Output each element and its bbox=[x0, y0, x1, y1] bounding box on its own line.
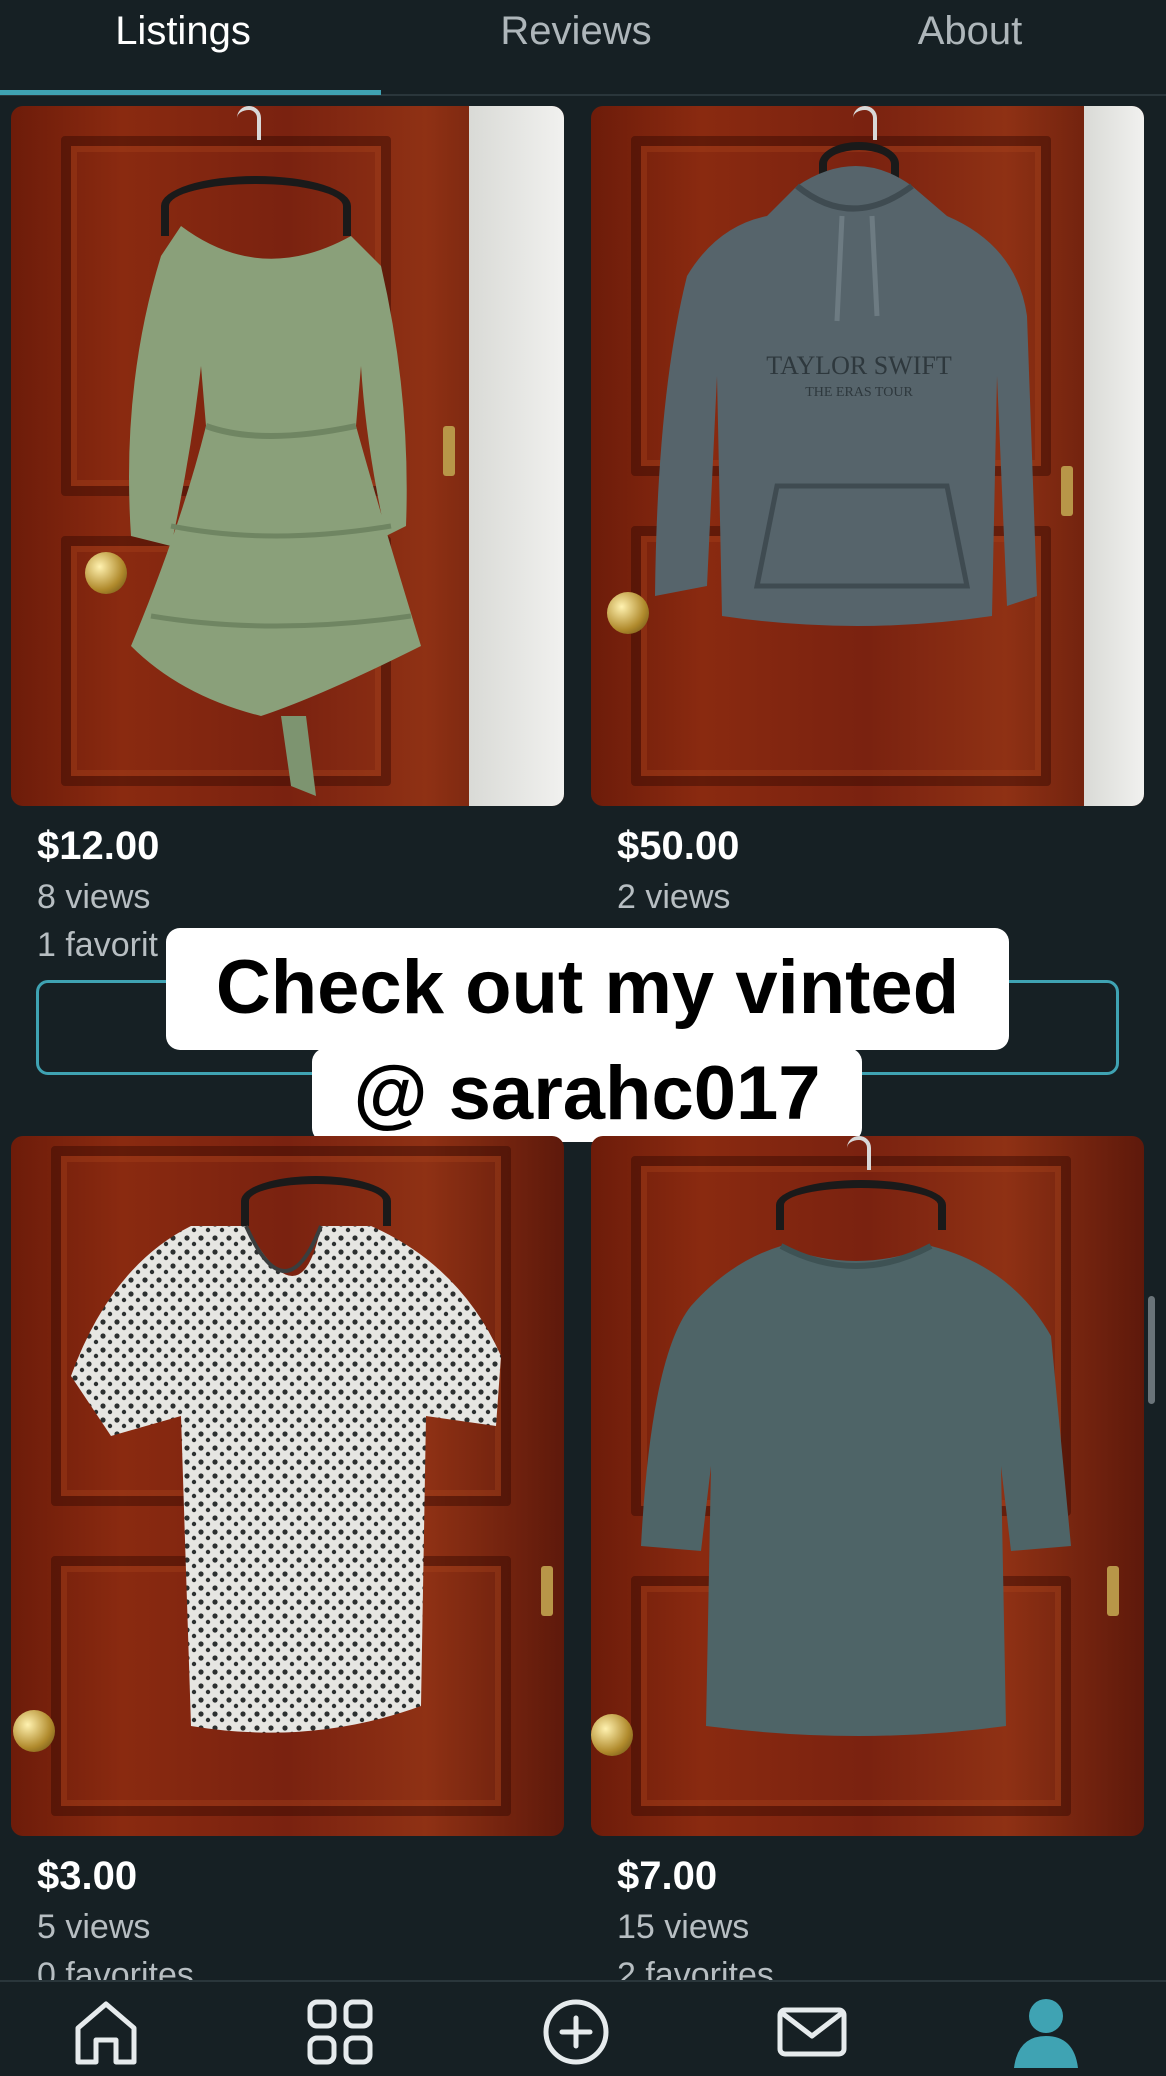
nav-sell[interactable] bbox=[536, 1992, 616, 2072]
listing-price: $3.00 bbox=[37, 1854, 138, 1898]
sell-plus-icon bbox=[543, 1999, 609, 2065]
hoodie-print-line1: TAYLOR SWIFT bbox=[766, 351, 952, 380]
door-hinge bbox=[443, 426, 455, 476]
listing-price: $12.00 bbox=[37, 824, 160, 868]
caption-line-1: Check out my vinted bbox=[166, 928, 1009, 1050]
listing-views: 8 views bbox=[37, 878, 151, 916]
profile-tabs: Listings Reviews About bbox=[0, 0, 1166, 96]
profile-icon bbox=[1014, 1999, 1078, 2068]
nav-catalog[interactable] bbox=[300, 1992, 380, 2072]
hoodie-print-line2: THE ERAS TOUR bbox=[805, 385, 913, 400]
wall-background bbox=[469, 106, 564, 806]
inbox-mail-icon bbox=[777, 2007, 847, 2057]
tab-reviews[interactable]: Reviews bbox=[390, 6, 762, 56]
caption-line-2: @ sarahc017 bbox=[312, 1048, 862, 1142]
nav-profile[interactable] bbox=[1006, 1992, 1086, 2072]
active-tab-indicator bbox=[0, 90, 381, 95]
hanger-hook bbox=[853, 106, 877, 140]
listing-views: 5 views bbox=[37, 1908, 151, 1946]
door-knob bbox=[13, 1710, 55, 1752]
bottom-navigation bbox=[0, 1980, 1166, 2076]
listing-photo[interactable]: TAYLOR SWIFT THE ERAS TOUR bbox=[591, 106, 1144, 806]
home-icon bbox=[75, 2001, 137, 2065]
listing-photo[interactable] bbox=[591, 1136, 1144, 1836]
nav-inbox[interactable] bbox=[772, 1992, 852, 2072]
gray-hoodie-image: TAYLOR SWIFT THE ERAS TOUR bbox=[655, 166, 1037, 626]
scrollbar[interactable] bbox=[1148, 1296, 1155, 1404]
wall-background bbox=[1084, 106, 1144, 806]
listing-favorites: 1 favorit bbox=[37, 926, 158, 964]
listing-photo[interactable] bbox=[11, 106, 564, 806]
nav-home[interactable] bbox=[66, 1992, 146, 2072]
tab-about[interactable]: About bbox=[780, 6, 1160, 56]
dotted-shirt-image bbox=[71, 1225, 501, 1733]
hanger-hook bbox=[847, 1136, 871, 1170]
door-hinge bbox=[541, 1566, 553, 1616]
door-hinge bbox=[1107, 1566, 1119, 1616]
listing-price: $7.00 bbox=[617, 1854, 718, 1898]
listing-photo[interactable] bbox=[11, 1136, 564, 1836]
listing-price: $50.00 bbox=[617, 824, 740, 868]
tab-listings[interactable]: Listings bbox=[0, 6, 366, 56]
teal-shirt-image bbox=[641, 1243, 1071, 1736]
door-knob bbox=[591, 1714, 633, 1756]
green-dress-image bbox=[129, 226, 421, 796]
listing-views: 2 views bbox=[617, 878, 731, 916]
catalog-grid-icon bbox=[307, 1999, 373, 2065]
listing-views: 15 views bbox=[617, 1908, 750, 1946]
hanger-hook bbox=[237, 106, 261, 140]
door-knob bbox=[607, 592, 649, 634]
